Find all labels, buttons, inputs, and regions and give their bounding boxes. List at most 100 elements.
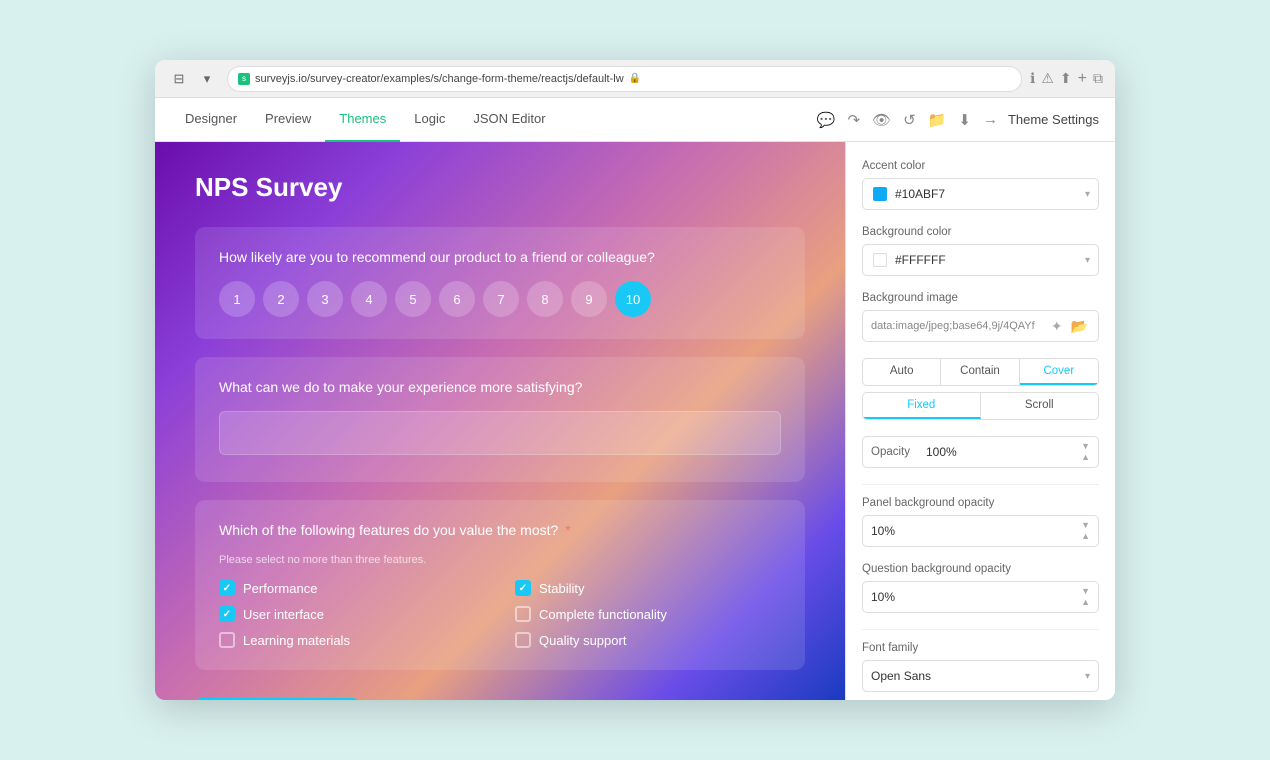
comment-icon[interactable]: 💬 xyxy=(817,111,836,129)
address-bar[interactable]: s surveyjs.io/survey-creator/examples/s/… xyxy=(227,66,1022,92)
theme-settings-button[interactable]: Theme Settings xyxy=(1008,112,1099,127)
question-opacity-down-arrow[interactable]: ▼ xyxy=(1081,587,1090,596)
opacity-arrows: ▼ ▲ xyxy=(1081,442,1090,462)
check-mark: ✓ xyxy=(223,583,231,594)
rating-2[interactable]: 2 xyxy=(263,281,299,317)
position-fixed-button[interactable]: Fixed xyxy=(863,393,981,419)
panel-opacity-section: Panel background opacity 10% ▼ ▲ xyxy=(862,497,1099,547)
arrow-right-icon[interactable]: → xyxy=(983,111,998,128)
font-family-dropdown[interactable]: Open Sans ▾ xyxy=(862,660,1099,692)
info-circle-icon[interactable]: ℹ xyxy=(1030,70,1035,87)
checkbox-user-interface[interactable]: ✓ User interface xyxy=(219,606,485,622)
fit-button-group: Auto Contain Cover xyxy=(862,358,1099,386)
checkbox-performance-box[interactable]: ✓ xyxy=(219,580,235,596)
background-color-dropdown-arrow: ▾ xyxy=(1085,255,1090,266)
copy-icon[interactable]: ⧉ xyxy=(1093,70,1103,87)
opacity-input[interactable]: Opacity 100% ▼ ▲ xyxy=(862,436,1099,468)
rating-9[interactable]: 9 xyxy=(571,281,607,317)
add-tab-icon[interactable]: + xyxy=(1078,70,1087,88)
tab-themes[interactable]: Themes xyxy=(325,98,400,142)
panel-opacity-value: 10% xyxy=(871,524,1081,538)
background-image-value: data:image/jpeg;base64,9j/4QAYf xyxy=(871,320,1045,332)
tab-logic[interactable]: Logic xyxy=(400,98,459,142)
checkbox-lm-box[interactable] xyxy=(219,632,235,648)
checkbox-performance[interactable]: ✓ Performance xyxy=(219,580,485,596)
background-image-input[interactable]: data:image/jpeg;base64,9j/4QAYf ✦ 📂 xyxy=(862,310,1099,342)
accent-color-dropdown-arrow: ▾ xyxy=(1085,189,1090,200)
rating-1[interactable]: 1 xyxy=(219,281,255,317)
complete-button[interactable]: Complete xyxy=(195,698,359,700)
rating-5[interactable]: 5 xyxy=(395,281,431,317)
check-mark: ✓ xyxy=(223,609,231,620)
question-opacity-up-arrow[interactable]: ▲ xyxy=(1081,598,1090,607)
background-color-label: Background color xyxy=(862,226,1099,238)
checkbox-stability[interactable]: ✓ Stability xyxy=(515,580,781,596)
fit-contain-button[interactable]: Contain xyxy=(941,359,1019,385)
rating-10[interactable]: 10 xyxy=(615,281,651,317)
background-color-value: #FFFFFF xyxy=(895,253,1079,267)
separator-1 xyxy=(862,484,1099,485)
tab-expand[interactable]: ▾ xyxy=(195,67,219,91)
rating-3[interactable]: 3 xyxy=(307,281,343,317)
checkbox-quality-support[interactable]: Quality support xyxy=(515,632,781,648)
checkbox-learning-materials[interactable]: Learning materials xyxy=(219,632,485,648)
fit-cover-button[interactable]: Cover xyxy=(1020,359,1098,385)
clear-image-icon[interactable]: ✦ xyxy=(1049,316,1065,337)
opacity-down-arrow[interactable]: ▼ xyxy=(1081,442,1090,451)
text-answer-input[interactable] xyxy=(219,411,781,455)
required-marker: * xyxy=(565,522,570,538)
folder-icon[interactable]: 📁 xyxy=(928,111,947,129)
url-text: surveyjs.io/survey-creator/examples/s/ch… xyxy=(255,73,624,85)
opacity-section: Opacity 100% ▼ ▲ xyxy=(862,436,1099,468)
question-card-1: How likely are you to recommend our prod… xyxy=(195,227,805,339)
checkbox-ui-box[interactable]: ✓ xyxy=(219,606,235,622)
upload-image-icon[interactable]: 📂 xyxy=(1069,316,1090,337)
checkbox-complete-functionality[interactable]: Complete functionality xyxy=(515,606,781,622)
rating-7[interactable]: 7 xyxy=(483,281,519,317)
panel-opacity-up-arrow[interactable]: ▲ xyxy=(1081,532,1090,541)
panel-opacity-down-arrow[interactable]: ▼ xyxy=(1081,521,1090,530)
accent-color-swatch xyxy=(871,185,889,203)
tab-preview[interactable]: Preview xyxy=(251,98,325,142)
hide-icon[interactable]: 👁 xyxy=(872,111,891,129)
toolbar-actions: 💬 ↷ 👁 ↺ 📁 ⬇ → xyxy=(807,111,1008,129)
panel-opacity-arrows: ▼ ▲ xyxy=(1081,521,1090,541)
browser-bar: ⊟ ▾ s surveyjs.io/survey-creator/example… xyxy=(155,60,1115,98)
opacity-label: Opacity xyxy=(871,446,926,458)
alert-icon[interactable]: ⚠ xyxy=(1041,70,1054,87)
check-mark: ✓ xyxy=(519,583,527,594)
redo-icon[interactable]: ↷ xyxy=(847,111,860,129)
panel-opacity-label: Panel background opacity xyxy=(862,497,1099,509)
checkbox-ui-label: User interface xyxy=(243,607,324,622)
fit-auto-button[interactable]: Auto xyxy=(863,359,941,385)
rating-8[interactable]: 8 xyxy=(527,281,563,317)
panel-opacity-input[interactable]: 10% ▼ ▲ xyxy=(862,515,1099,547)
question-opacity-input[interactable]: 10% ▼ ▲ xyxy=(862,581,1099,613)
question-opacity-arrows: ▼ ▲ xyxy=(1081,587,1090,607)
rating-row: 1 2 3 4 5 6 7 8 9 10 xyxy=(219,281,781,317)
checkbox-stability-label: Stability xyxy=(539,581,585,596)
question-1-text: How likely are you to recommend our prod… xyxy=(219,249,781,265)
tab-json-editor[interactable]: JSON Editor xyxy=(459,98,559,142)
rating-6[interactable]: 6 xyxy=(439,281,475,317)
accent-color-label: Accent color xyxy=(862,160,1099,172)
question-2-text: What can we do to make your experience m… xyxy=(219,379,781,395)
background-color-swatch xyxy=(871,251,889,269)
question-opacity-label: Question background opacity xyxy=(862,563,1099,575)
background-color-picker[interactable]: #FFFFFF ▾ xyxy=(862,244,1099,276)
undo-icon[interactable]: ↺ xyxy=(903,111,916,129)
share-icon[interactable]: ⬆ xyxy=(1060,70,1072,87)
checkbox-cf-box[interactable] xyxy=(515,606,531,622)
download-icon[interactable]: ⬇ xyxy=(958,111,971,129)
tab-designer[interactable]: Designer xyxy=(171,98,251,142)
checkboxes-grid: ✓ Performance ✓ Stability ✓ xyxy=(219,580,781,648)
position-scroll-button[interactable]: Scroll xyxy=(981,393,1099,419)
fit-section: Auto Contain Cover Fixed Scroll xyxy=(862,358,1099,420)
sidebar-toggle[interactable]: ⊟ xyxy=(167,67,191,91)
checkbox-qs-box[interactable] xyxy=(515,632,531,648)
rating-4[interactable]: 4 xyxy=(351,281,387,317)
opacity-value: 100% xyxy=(926,445,1081,459)
checkbox-stability-box[interactable]: ✓ xyxy=(515,580,531,596)
opacity-up-arrow[interactable]: ▲ xyxy=(1081,453,1090,462)
accent-color-picker[interactable]: #10ABF7 ▾ xyxy=(862,178,1099,210)
